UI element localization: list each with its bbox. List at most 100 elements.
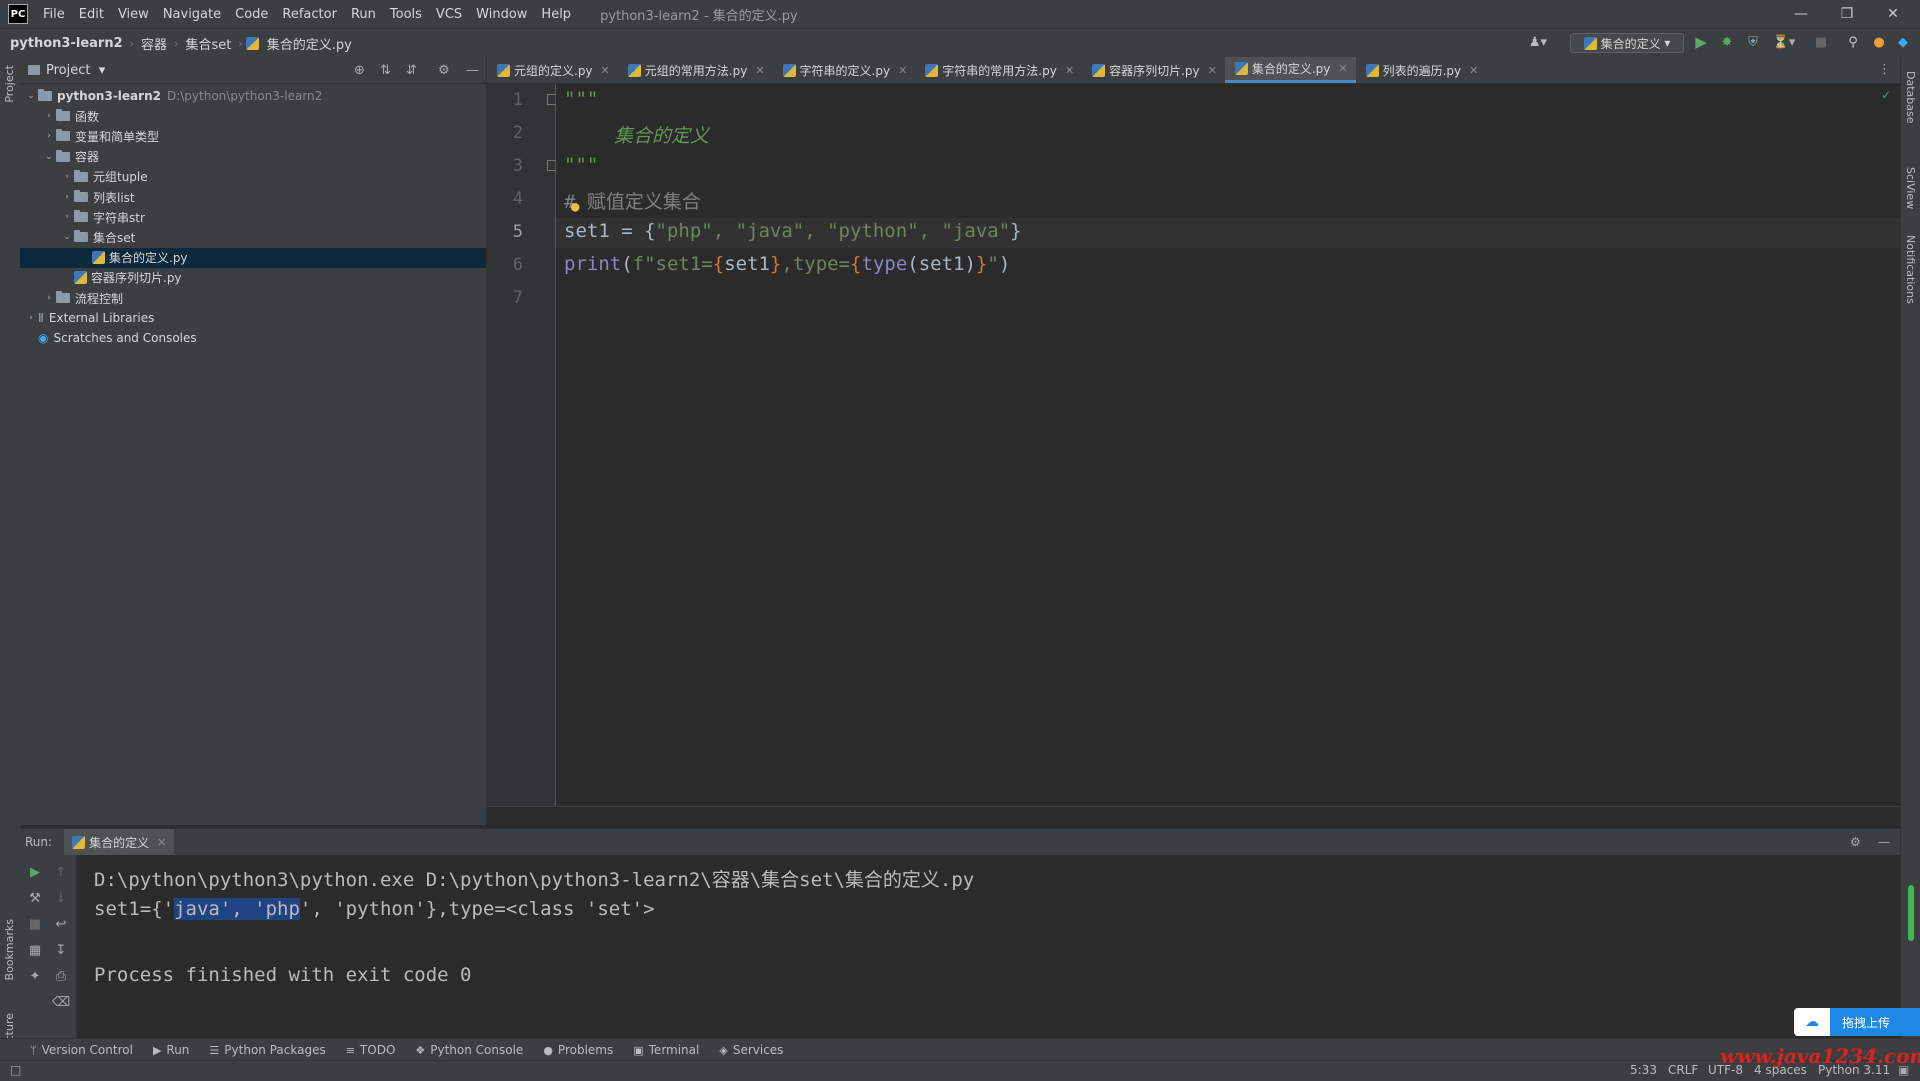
stop-icon[interactable]: ■ — [1812, 33, 1830, 51]
notifications-tool-tab[interactable]: Notifications — [1904, 235, 1917, 304]
menu-vcs[interactable]: VCS — [429, 7, 469, 22]
gear-icon[interactable]: ⚙ — [1850, 835, 1861, 849]
breadcrumb-item[interactable]: 集合set — [181, 34, 235, 53]
upload-button[interactable]: ☁ 拖拽上传 — [1794, 1008, 1920, 1036]
chevron-right-icon[interactable]: › — [42, 111, 56, 121]
jetbrains-icon[interactable]: ◆ — [1894, 33, 1912, 51]
profile-icon[interactable]: ⏳▾ — [1770, 33, 1798, 51]
tool-terminal[interactable]: ▣ Terminal — [623, 1043, 709, 1057]
print-icon[interactable]: ⎙ — [52, 967, 70, 985]
debug-icon[interactable]: ✸ — [1718, 33, 1736, 51]
sciview-tool-tab[interactable]: SciView — [1904, 167, 1917, 209]
close-tab-icon[interactable]: ✕ — [755, 64, 764, 77]
hide-panel-icon[interactable]: — — [1878, 835, 1890, 849]
search-icon[interactable]: ⚲ — [1844, 33, 1862, 51]
user-icon[interactable]: ♟▾ — [1524, 33, 1552, 51]
chevron-right-icon[interactable]: › — [42, 293, 56, 303]
project-panel-title[interactable]: Project — [46, 63, 90, 78]
chevron-down-icon[interactable]: ⌄ — [24, 91, 38, 101]
hide-panel-icon[interactable]: — — [466, 63, 479, 78]
coverage-icon[interactable]: ⛨ — [1744, 33, 1762, 51]
menu-window[interactable]: Window — [469, 7, 534, 22]
line-separator[interactable]: CRLF — [1668, 1063, 1698, 1077]
editor-tab[interactable]: 字符串的常用方法.py ✕ — [915, 57, 1082, 83]
tree-item[interactable]: ⌄ 集合set — [20, 227, 486, 247]
tool-version-control[interactable]: ᛘ Version Control — [20, 1043, 143, 1057]
bulb-icon[interactable]: ● — [571, 199, 579, 215]
editor-horizontal-scrollbar[interactable] — [487, 806, 1900, 827]
trash-icon[interactable]: ⌫ — [52, 993, 70, 1011]
tree-item[interactable]: 容器序列切片.py — [20, 268, 486, 288]
tool-python-packages[interactable]: ☰ Python Packages — [199, 1043, 335, 1057]
bookmarks-tool-tab[interactable]: Bookmarks — [3, 919, 16, 980]
close-tab-icon[interactable]: ✕ — [601, 64, 610, 77]
run-tab[interactable]: 集合的定义 ✕ — [64, 829, 175, 855]
chevron-down-icon[interactable]: ⌄ — [42, 152, 56, 162]
run-output-result[interactable]: set1={'java', 'php', 'python'},type=<cla… — [94, 898, 655, 920]
tree-item[interactable]: › Ⅱ External Libraries — [20, 308, 486, 328]
chevron-right-icon[interactable]: › — [60, 212, 74, 222]
menu-code[interactable]: Code — [228, 7, 275, 22]
close-icon[interactable]: ✕ — [1870, 0, 1916, 28]
menu-refactor[interactable]: Refactor — [275, 7, 344, 22]
menu-view[interactable]: View — [111, 7, 156, 22]
locate-icon[interactable]: ⊕ — [354, 63, 365, 78]
code-editor[interactable]: ✓ """ 集合的定义 """ # 赋值定义集合 ● set1 = {"php"… — [556, 84, 1900, 806]
editor-tab[interactable]: 元组的定义.py ✕ — [487, 57, 618, 83]
tree-item[interactable]: › 列表list — [20, 187, 486, 207]
project-tool-tab[interactable]: Project — [3, 65, 16, 103]
database-tool-tab[interactable]: Database — [1904, 71, 1917, 124]
run-config-select[interactable]: 集合的定义 ▾ — [1570, 33, 1684, 53]
close-tab-icon[interactable]: ✕ — [1065, 64, 1074, 77]
pin-icon[interactable]: ✦ — [26, 967, 44, 985]
menu-navigate[interactable]: Navigate — [156, 7, 228, 22]
chevron-right-icon[interactable]: › — [60, 192, 74, 202]
wrench-icon[interactable]: ⚒ — [26, 889, 44, 907]
scroll-to-end-icon[interactable]: ↧ — [52, 941, 70, 959]
tree-item[interactable]: › 元组tuple — [20, 167, 486, 187]
tree-item[interactable]: › 流程控制 — [20, 288, 486, 308]
more-tabs-icon[interactable]: ⋮ — [1878, 62, 1891, 77]
close-tab-icon[interactable]: ✕ — [898, 64, 907, 77]
soft-wrap-icon[interactable]: ↩ — [52, 915, 70, 933]
tree-item[interactable]: ⌄ python3-learn2 D:\python\python3-learn2 — [20, 86, 486, 106]
tree-item[interactable]: ◉ Scratches and Consoles — [20, 328, 486, 348]
editor-tab[interactable]: 字符串的定义.py ✕ — [773, 57, 916, 83]
collapse-all-icon[interactable]: ⇵ — [406, 63, 417, 78]
close-tab-icon[interactable]: ✕ — [157, 836, 166, 849]
inspection-ok-icon[interactable]: ✓ — [1882, 88, 1890, 103]
tree-item[interactable]: › 变量和简单类型 — [20, 126, 486, 146]
tree-item[interactable]: 集合的定义.py — [20, 247, 486, 268]
output-scrollbar[interactable] — [1908, 885, 1914, 941]
caret-position[interactable]: 5:33 — [1630, 1063, 1657, 1077]
tree-item[interactable]: › 字符串str — [20, 207, 486, 227]
run-icon[interactable]: ▶ — [1692, 33, 1710, 51]
menu-edit[interactable]: Edit — [72, 7, 111, 22]
tree-item[interactable]: ⌄ 容器 — [20, 147, 486, 167]
editor-tab[interactable]: 元组的常用方法.py ✕ — [618, 57, 773, 83]
tool-problems[interactable]: ● Problems — [533, 1043, 623, 1057]
close-tab-icon[interactable]: ✕ — [1469, 64, 1478, 77]
chevron-right-icon[interactable]: › — [24, 313, 38, 323]
breadcrumb-item[interactable]: 集合的定义.py — [263, 34, 356, 53]
up-icon[interactable]: ↑ — [52, 863, 70, 881]
down-icon[interactable]: ↓ — [52, 889, 70, 907]
layout-icon[interactable]: ▦ — [26, 941, 44, 959]
menu-tools[interactable]: Tools — [383, 7, 429, 22]
breadcrumb-item[interactable]: 容器 — [137, 34, 171, 53]
update-icon[interactable]: ● — [1870, 33, 1888, 51]
tool-python-console[interactable]: ❖ Python Console — [405, 1043, 533, 1057]
tool-todo[interactable]: ≡ TODO — [336, 1043, 406, 1057]
editor-tab[interactable]: 容器序列切片.py ✕ — [1082, 57, 1225, 83]
close-tab-icon[interactable]: ✕ — [1338, 62, 1347, 75]
editor-tab[interactable]: 集合的定义.py ✕ — [1224, 57, 1356, 83]
close-tab-icon[interactable]: ✕ — [1208, 64, 1217, 77]
tool-run[interactable]: ▶ Run — [143, 1043, 199, 1057]
tool-services[interactable]: ◈ Services — [709, 1043, 793, 1057]
breadcrumb-item[interactable]: python3-learn2 — [6, 36, 127, 51]
expand-all-icon[interactable]: ⇅ — [380, 63, 391, 78]
layout-toggle-icon[interactable]: □ — [10, 1063, 21, 1077]
chevron-down-icon[interactable]: ⌄ — [60, 232, 74, 242]
rerun-icon[interactable]: ▶ — [26, 863, 44, 881]
menu-run[interactable]: Run — [344, 7, 383, 22]
